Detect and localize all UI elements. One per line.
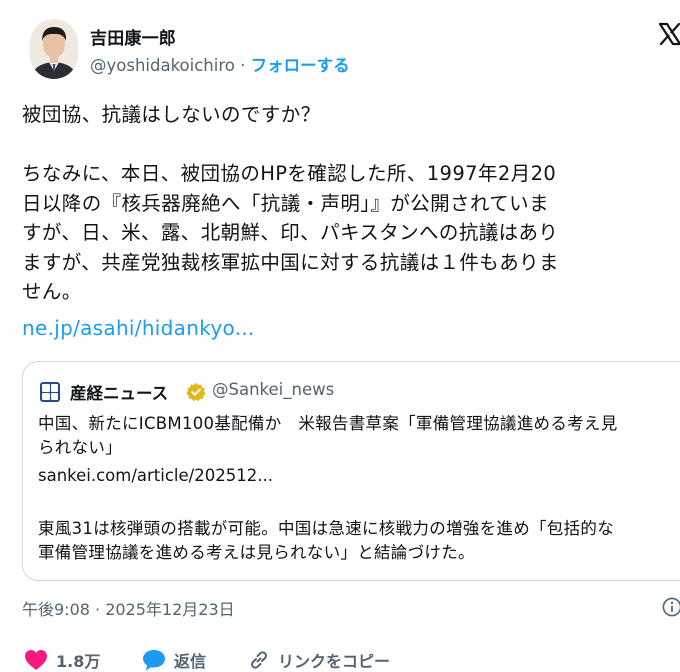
quote-author-handle: @Sankei_news: [212, 380, 335, 399]
copy-link-label: リンクをコピー: [278, 652, 391, 671]
copy-link-button[interactable]: リンクをコピー: [248, 648, 390, 672]
heart-icon: [25, 650, 47, 670]
quote-tweet[interactable]: 産経ニュース @Sankei_news 中国、新たにICBM100基配備か 米報…: [22, 361, 680, 581]
verified-gold-badge-icon: [186, 382, 206, 402]
quote-text: 中国、新たにICBM100基配備か 米報告書草案「軍備管理協議進める考え見 られ…: [38, 414, 618, 457]
author-handle-line: @yoshidakoichiro · フォローする: [90, 52, 350, 76]
quote-summary: 東風31は核弾頭の搭載が可能。中国は急速に核戦力の増強を進め「包括的な 軍備管理…: [38, 519, 614, 562]
author-handle[interactable]: @yoshidakoichiro: [90, 56, 235, 75]
reply-label: 返信: [174, 652, 207, 671]
tweet-text: 被団協、抗議はしないのですか？ ちなみに、本日、被団協のHPを確認した所、199…: [22, 103, 559, 303]
avatar[interactable]: [30, 19, 78, 79]
quote-author-name: 産経ニュース: [70, 384, 169, 403]
like-count: 1.8万: [56, 652, 101, 671]
info-icon[interactable]: [662, 597, 680, 617]
separator: ·: [234, 56, 251, 75]
link-icon: [251, 651, 267, 669]
tweet-link[interactable]: ne.jp/asahi/hidankyo...: [22, 316, 255, 340]
like-button[interactable]: 1.8万: [24, 648, 100, 672]
reply-bubble-icon: [143, 650, 165, 671]
sankei-logo-icon: [40, 382, 60, 402]
x-logo-icon[interactable]: [658, 22, 680, 46]
quote-link[interactable]: sankei.com/article/202512...: [38, 466, 273, 485]
author-name[interactable]: 吉田康一郎: [90, 24, 176, 49]
follow-button[interactable]: フォローする: [251, 56, 350, 75]
tweet-timestamp[interactable]: 午後9:08 · 2025年12月23日: [22, 596, 235, 620]
reply-button[interactable]: 返信: [142, 648, 206, 672]
